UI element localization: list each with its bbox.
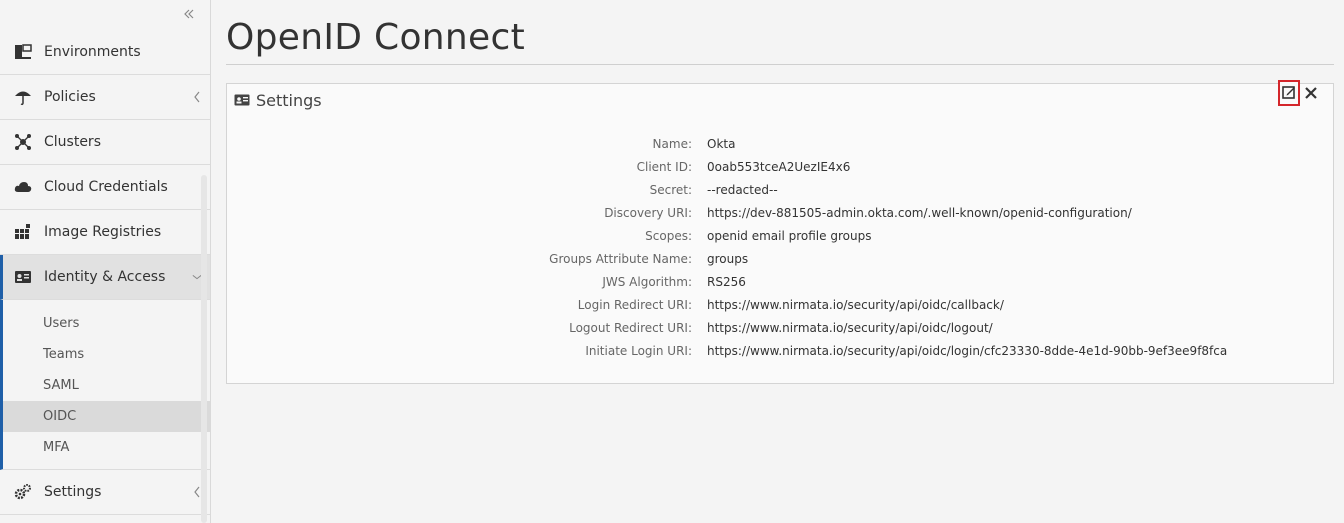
title-divider	[226, 64, 1334, 65]
sidebar-subitem-teams[interactable]: Teams	[3, 339, 210, 370]
sidebar-item-clusters[interactable]: Clusters	[0, 120, 210, 165]
sidebar-item-cloud-credentials[interactable]: Cloud Credentials	[0, 165, 210, 210]
sidebar-nav: Environments Policies Clusters Cloud Cre…	[0, 30, 210, 515]
field-label: Scopes:	[645, 228, 692, 243]
sidebar-subitem-oidc[interactable]: OIDC	[3, 401, 210, 432]
sidebar-item-environments[interactable]: Environments	[0, 30, 210, 75]
id-card-icon	[13, 267, 33, 287]
field-label: Initiate Login URI:	[585, 343, 692, 358]
edit-button[interactable]	[1278, 80, 1300, 106]
field-row: Logout Redirect URI: https://www.nirmata.…	[227, 316, 1335, 339]
sidebar-item-label: Settings	[44, 484, 102, 500]
sidebar-subitem-mfa[interactable]: MFA	[3, 432, 210, 463]
field-value: https://www.nirmata.io/security/api/oidc…	[707, 343, 1228, 358]
chevron-left-icon	[192, 90, 202, 104]
sidebar-subitem-users[interactable]: Users	[3, 308, 210, 339]
panel-header: Settings	[234, 90, 322, 110]
field-value: RS256	[707, 274, 746, 289]
field-row: Initiate Login URI: https://www.nirmata.i…	[227, 339, 1335, 362]
field-label: Client ID:	[636, 159, 692, 174]
close-button[interactable]	[1303, 85, 1319, 101]
field-value: https://dev-881505-admin.okta.com/.well-…	[707, 205, 1132, 220]
sidebar-subitem-saml[interactable]: SAML	[3, 370, 210, 401]
field-row: Scopes: openid email profile groups	[227, 224, 1335, 247]
field-value: groups	[707, 251, 749, 266]
sidebar-item-image-registries[interactable]: Image Registries	[0, 210, 210, 255]
settings-panel: Settings Name: Okta Client ID: 0oab553tceA…	[226, 80, 1335, 384]
environments-icon	[13, 42, 33, 62]
close-icon	[1305, 84, 1317, 103]
sidebar-item-label: Environments	[44, 44, 141, 60]
oidc-settings-fields: Name: Okta Client ID: 0oab553tceA2UezIE4x6…	[227, 132, 1335, 362]
clusters-icon	[13, 132, 33, 152]
field-value: https://www.nirmata.io/security/api/oidc…	[707, 320, 993, 335]
sidebar-item-label: Image Registries	[44, 224, 162, 240]
sidebar-item-identity-access[interactable]: Identity & Access	[0, 255, 210, 300]
field-row: Secret: --redacted--	[227, 178, 1335, 201]
identity-access-submenu: Users Teams SAML OIDC MFA	[0, 300, 210, 470]
field-row: Groups Attribute Name: groups	[227, 247, 1335, 270]
edit-icon	[1282, 84, 1296, 103]
field-value: 0oab553tceA2UezIE4x6	[707, 159, 851, 174]
sidebar-scrollbar[interactable]	[201, 175, 207, 523]
field-row: Name: Okta	[227, 132, 1335, 155]
sidebar-item-label: Clusters	[44, 134, 101, 150]
field-value: openid email profile groups	[707, 228, 872, 243]
field-label: JWS Algorithm:	[602, 274, 692, 289]
gears-icon	[13, 482, 33, 502]
field-row: Client ID: 0oab553tceA2UezIE4x6	[227, 155, 1335, 178]
field-label: Groups Attribute Name:	[549, 251, 692, 266]
panel-title: Settings	[256, 90, 322, 110]
field-value: Okta	[707, 136, 736, 151]
page-title: OpenID Connect	[226, 17, 525, 58]
field-label: Login Redirect URI:	[577, 297, 692, 312]
field-row: Discovery URI: https://dev-881505-admin.o…	[227, 201, 1335, 224]
id-card-icon	[234, 93, 250, 107]
sidebar-item-label: Cloud Credentials	[44, 179, 168, 195]
double-chevron-left-icon[interactable]	[181, 8, 197, 24]
field-label: Logout Redirect URI:	[569, 320, 692, 335]
registry-icon	[13, 222, 33, 242]
field-value: https://www.nirmata.io/security/api/oidc…	[707, 297, 1004, 312]
sidebar-item-label: Policies	[44, 89, 96, 105]
field-row: JWS Algorithm: RS256	[227, 270, 1335, 293]
field-value: --redacted--	[707, 182, 778, 197]
umbrella-icon	[13, 87, 33, 107]
sidebar: Environments Policies Clusters Cloud Cre…	[0, 0, 211, 523]
field-row: Login Redirect URI: https://www.nirmata.i…	[227, 293, 1335, 316]
field-label: Name:	[652, 136, 692, 151]
field-label: Secret:	[649, 182, 692, 197]
sidebar-item-settings[interactable]: Settings	[0, 470, 210, 515]
sidebar-item-policies[interactable]: Policies	[0, 75, 210, 120]
sidebar-item-label: Identity & Access	[44, 269, 166, 285]
field-label: Discovery URI:	[604, 205, 692, 220]
cloud-icon	[13, 177, 33, 197]
